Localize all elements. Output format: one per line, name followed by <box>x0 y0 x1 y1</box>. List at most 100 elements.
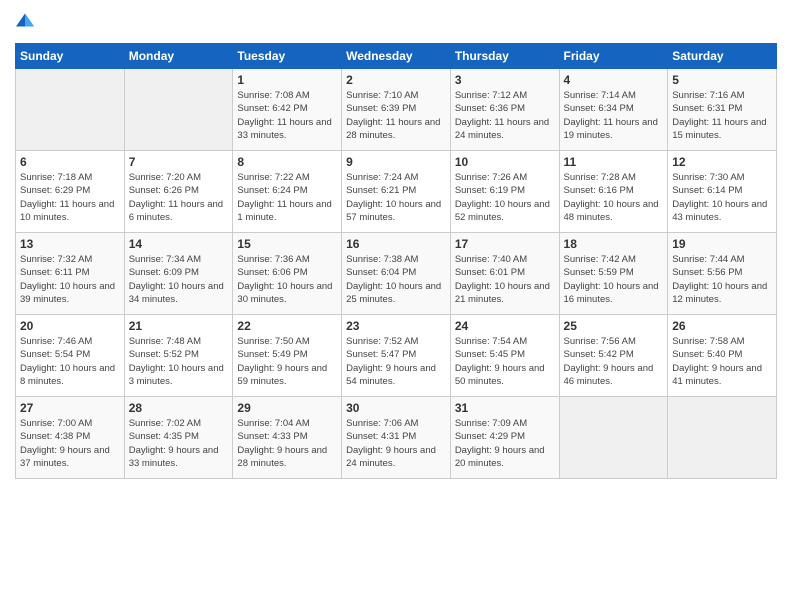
day-number: 11 <box>564 155 664 169</box>
calendar-table: SundayMondayTuesdayWednesdayThursdayFrid… <box>15 43 777 479</box>
weekday-header: Sunday <box>16 44 125 69</box>
day-number: 5 <box>672 73 772 87</box>
day-number: 6 <box>20 155 120 169</box>
calendar-cell: 1 Sunrise: 7:08 AMSunset: 6:42 PMDayligh… <box>233 69 342 151</box>
day-number: 27 <box>20 401 120 415</box>
calendar-cell: 25 Sunrise: 7:56 AMSunset: 5:42 PMDaylig… <box>559 315 668 397</box>
day-number: 22 <box>237 319 337 333</box>
logo <box>15 10 37 35</box>
day-number: 10 <box>455 155 555 169</box>
day-number: 21 <box>129 319 229 333</box>
calendar-body: 1 Sunrise: 7:08 AMSunset: 6:42 PMDayligh… <box>16 69 777 479</box>
day-number: 31 <box>455 401 555 415</box>
day-detail: Sunrise: 7:42 AMSunset: 5:59 PMDaylight:… <box>564 253 664 306</box>
day-detail: Sunrise: 7:46 AMSunset: 5:54 PMDaylight:… <box>20 335 120 388</box>
header <box>15 10 777 35</box>
day-number: 1 <box>237 73 337 87</box>
day-number: 8 <box>237 155 337 169</box>
day-number: 12 <box>672 155 772 169</box>
calendar-cell: 23 Sunrise: 7:52 AMSunset: 5:47 PMDaylig… <box>342 315 451 397</box>
day-detail: Sunrise: 7:52 AMSunset: 5:47 PMDaylight:… <box>346 335 446 388</box>
day-detail: Sunrise: 7:24 AMSunset: 6:21 PMDaylight:… <box>346 171 446 224</box>
day-detail: Sunrise: 7:10 AMSunset: 6:39 PMDaylight:… <box>346 89 446 142</box>
day-detail: Sunrise: 7:12 AMSunset: 6:36 PMDaylight:… <box>455 89 555 142</box>
calendar-header: SundayMondayTuesdayWednesdayThursdayFrid… <box>16 44 777 69</box>
day-number: 23 <box>346 319 446 333</box>
calendar-cell: 7 Sunrise: 7:20 AMSunset: 6:26 PMDayligh… <box>124 151 233 233</box>
day-detail: Sunrise: 7:38 AMSunset: 6:04 PMDaylight:… <box>346 253 446 306</box>
calendar-cell: 6 Sunrise: 7:18 AMSunset: 6:29 PMDayligh… <box>16 151 125 233</box>
page: SundayMondayTuesdayWednesdayThursdayFrid… <box>0 0 792 612</box>
day-detail: Sunrise: 7:34 AMSunset: 6:09 PMDaylight:… <box>129 253 229 306</box>
day-detail: Sunrise: 7:16 AMSunset: 6:31 PMDaylight:… <box>672 89 772 142</box>
calendar-cell: 16 Sunrise: 7:38 AMSunset: 6:04 PMDaylig… <box>342 233 451 315</box>
day-number: 30 <box>346 401 446 415</box>
calendar-cell: 12 Sunrise: 7:30 AMSunset: 6:14 PMDaylig… <box>668 151 777 233</box>
calendar-cell: 2 Sunrise: 7:10 AMSunset: 6:39 PMDayligh… <box>342 69 451 151</box>
calendar-week-row: 13 Sunrise: 7:32 AMSunset: 6:11 PMDaylig… <box>16 233 777 315</box>
weekday-header: Wednesday <box>342 44 451 69</box>
day-number: 13 <box>20 237 120 251</box>
calendar-cell <box>124 69 233 151</box>
calendar-cell: 15 Sunrise: 7:36 AMSunset: 6:06 PMDaylig… <box>233 233 342 315</box>
day-detail: Sunrise: 7:02 AMSunset: 4:35 PMDaylight:… <box>129 417 229 470</box>
day-detail: Sunrise: 7:22 AMSunset: 6:24 PMDaylight:… <box>237 171 337 224</box>
day-number: 2 <box>346 73 446 87</box>
day-detail: Sunrise: 7:30 AMSunset: 6:14 PMDaylight:… <box>672 171 772 224</box>
weekday-header: Friday <box>559 44 668 69</box>
day-detail: Sunrise: 7:36 AMSunset: 6:06 PMDaylight:… <box>237 253 337 306</box>
day-detail: Sunrise: 7:56 AMSunset: 5:42 PMDaylight:… <box>564 335 664 388</box>
day-detail: Sunrise: 7:40 AMSunset: 6:01 PMDaylight:… <box>455 253 555 306</box>
calendar-cell: 3 Sunrise: 7:12 AMSunset: 6:36 PMDayligh… <box>450 69 559 151</box>
calendar-cell: 17 Sunrise: 7:40 AMSunset: 6:01 PMDaylig… <box>450 233 559 315</box>
calendar-cell: 22 Sunrise: 7:50 AMSunset: 5:49 PMDaylig… <box>233 315 342 397</box>
calendar-week-row: 27 Sunrise: 7:00 AMSunset: 4:38 PMDaylig… <box>16 397 777 479</box>
day-number: 16 <box>346 237 446 251</box>
day-detail: Sunrise: 7:04 AMSunset: 4:33 PMDaylight:… <box>237 417 337 470</box>
day-detail: Sunrise: 7:26 AMSunset: 6:19 PMDaylight:… <box>455 171 555 224</box>
calendar-cell: 21 Sunrise: 7:48 AMSunset: 5:52 PMDaylig… <box>124 315 233 397</box>
calendar-cell: 20 Sunrise: 7:46 AMSunset: 5:54 PMDaylig… <box>16 315 125 397</box>
day-detail: Sunrise: 7:54 AMSunset: 5:45 PMDaylight:… <box>455 335 555 388</box>
header-row: SundayMondayTuesdayWednesdayThursdayFrid… <box>16 44 777 69</box>
day-detail: Sunrise: 7:48 AMSunset: 5:52 PMDaylight:… <box>129 335 229 388</box>
calendar-cell: 11 Sunrise: 7:28 AMSunset: 6:16 PMDaylig… <box>559 151 668 233</box>
calendar-cell: 26 Sunrise: 7:58 AMSunset: 5:40 PMDaylig… <box>668 315 777 397</box>
day-number: 7 <box>129 155 229 169</box>
calendar-cell: 27 Sunrise: 7:00 AMSunset: 4:38 PMDaylig… <box>16 397 125 479</box>
day-number: 17 <box>455 237 555 251</box>
day-number: 25 <box>564 319 664 333</box>
weekday-header: Tuesday <box>233 44 342 69</box>
day-number: 29 <box>237 401 337 415</box>
day-number: 3 <box>455 73 555 87</box>
calendar-week-row: 20 Sunrise: 7:46 AMSunset: 5:54 PMDaylig… <box>16 315 777 397</box>
calendar-cell <box>16 69 125 151</box>
calendar-cell <box>668 397 777 479</box>
day-detail: Sunrise: 7:00 AMSunset: 4:38 PMDaylight:… <box>20 417 120 470</box>
calendar-cell: 30 Sunrise: 7:06 AMSunset: 4:31 PMDaylig… <box>342 397 451 479</box>
weekday-header: Saturday <box>668 44 777 69</box>
calendar-cell: 19 Sunrise: 7:44 AMSunset: 5:56 PMDaylig… <box>668 233 777 315</box>
day-detail: Sunrise: 7:14 AMSunset: 6:34 PMDaylight:… <box>564 89 664 142</box>
calendar-cell: 31 Sunrise: 7:09 AMSunset: 4:29 PMDaylig… <box>450 397 559 479</box>
calendar-cell: 8 Sunrise: 7:22 AMSunset: 6:24 PMDayligh… <box>233 151 342 233</box>
calendar-cell: 28 Sunrise: 7:02 AMSunset: 4:35 PMDaylig… <box>124 397 233 479</box>
calendar-cell: 13 Sunrise: 7:32 AMSunset: 6:11 PMDaylig… <box>16 233 125 315</box>
calendar-cell: 29 Sunrise: 7:04 AMSunset: 4:33 PMDaylig… <box>233 397 342 479</box>
calendar-cell: 4 Sunrise: 7:14 AMSunset: 6:34 PMDayligh… <box>559 69 668 151</box>
calendar-week-row: 6 Sunrise: 7:18 AMSunset: 6:29 PMDayligh… <box>16 151 777 233</box>
day-number: 24 <box>455 319 555 333</box>
calendar-cell: 5 Sunrise: 7:16 AMSunset: 6:31 PMDayligh… <box>668 69 777 151</box>
day-detail: Sunrise: 7:58 AMSunset: 5:40 PMDaylight:… <box>672 335 772 388</box>
calendar-cell: 10 Sunrise: 7:26 AMSunset: 6:19 PMDaylig… <box>450 151 559 233</box>
day-number: 4 <box>564 73 664 87</box>
day-number: 14 <box>129 237 229 251</box>
calendar-cell: 14 Sunrise: 7:34 AMSunset: 6:09 PMDaylig… <box>124 233 233 315</box>
day-detail: Sunrise: 7:06 AMSunset: 4:31 PMDaylight:… <box>346 417 446 470</box>
weekday-header: Monday <box>124 44 233 69</box>
day-detail: Sunrise: 7:09 AMSunset: 4:29 PMDaylight:… <box>455 417 555 470</box>
day-detail: Sunrise: 7:18 AMSunset: 6:29 PMDaylight:… <box>20 171 120 224</box>
day-number: 19 <box>672 237 772 251</box>
day-detail: Sunrise: 7:50 AMSunset: 5:49 PMDaylight:… <box>237 335 337 388</box>
day-detail: Sunrise: 7:32 AMSunset: 6:11 PMDaylight:… <box>20 253 120 306</box>
